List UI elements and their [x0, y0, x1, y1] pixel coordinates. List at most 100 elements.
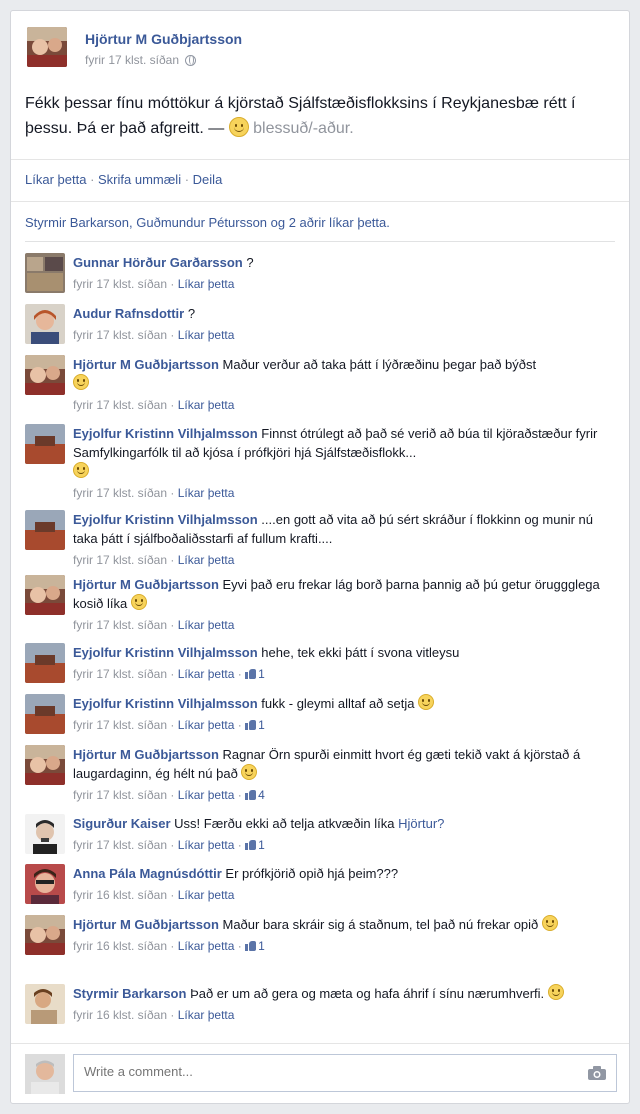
comment-like-link[interactable]: Líkar þetta — [178, 667, 235, 681]
commenter-avatar[interactable] — [25, 984, 65, 1024]
comment-like-link[interactable]: Líkar þetta — [178, 553, 235, 567]
comment-like-link[interactable]: Líkar þetta — [178, 618, 235, 632]
comment-time[interactable]: fyrir 17 klst. síðan — [73, 398, 167, 412]
smile-icon — [241, 764, 258, 780]
commenter-name[interactable]: Eyjolfur Kristinn Vilhjalmsson — [73, 645, 258, 660]
like-count[interactable]: 1 — [258, 718, 265, 732]
comment-action[interactable]: Skrifa ummæli — [98, 172, 181, 187]
commenter-name[interactable]: Hjörtur M Guðbjartsson — [73, 577, 219, 592]
separator: · — [184, 172, 193, 187]
comment-body: Hjörtur M Guðbjartsson Maður bara skráir… — [73, 915, 613, 956]
thumbs-up-icon — [245, 789, 257, 800]
like-count[interactable]: 1 — [258, 838, 265, 852]
commenter-avatar[interactable] — [25, 510, 65, 550]
comment-composer[interactable] — [73, 1054, 617, 1092]
comment-meta: fyrir 16 klst. síðan · Líkar þetta · 1 — [73, 939, 265, 953]
comment-time[interactable]: fyrir 17 klst. síðan — [73, 667, 167, 681]
likes-summary[interactable]: Styrmir Barkarson, Guðmundur Pétursson o… — [25, 215, 390, 230]
author-avatar[interactable] — [27, 27, 67, 67]
comment-like-link[interactable]: Líkar þetta — [178, 838, 235, 852]
comment-time[interactable]: fyrir 17 klst. síðan — [73, 486, 167, 500]
author-name[interactable]: Hjörtur M Guðbjartsson — [85, 31, 242, 47]
commenter-avatar[interactable] — [25, 575, 65, 615]
commenter-avatar[interactable] — [25, 745, 65, 785]
comment-like-link[interactable]: Líkar þetta — [178, 277, 235, 291]
commenter-name[interactable]: Sigurður Kaiser — [73, 816, 171, 831]
commenter-avatar[interactable] — [25, 304, 65, 344]
comment-time[interactable]: fyrir 17 klst. síðan — [73, 618, 167, 632]
comment-text: ? — [184, 306, 196, 321]
smile-icon — [73, 374, 89, 390]
comment-text: ? — [242, 255, 254, 270]
commenter-name[interactable]: Hjörtur M Guðbjartsson — [73, 917, 219, 932]
commenter-avatar[interactable] — [25, 915, 65, 955]
commenter-name[interactable]: Hjörtur M Guðbjartsson — [73, 357, 219, 372]
comment-like-link[interactable]: Líkar þetta — [178, 486, 235, 500]
comment-time[interactable]: fyrir 17 klst. síðan — [73, 277, 167, 291]
commenter-name[interactable]: Eyjolfur Kristinn Vilhjalmsson — [73, 696, 258, 711]
commenter-avatar[interactable] — [25, 643, 65, 683]
like-count[interactable]: 4 — [258, 788, 265, 802]
comment-time[interactable]: fyrir 16 klst. síðan — [73, 1008, 167, 1022]
comment-like-link[interactable]: Líkar þetta — [178, 939, 235, 953]
commenter-avatar[interactable] — [25, 694, 65, 734]
comment-text: Það er um að gera og mæta og hafa áhrif … — [186, 986, 545, 1001]
comment-body: Hjörtur M Guðbjartsson Eyvi það eru frek… — [73, 575, 613, 635]
feeling-label[interactable]: blessuð/-aður. — [253, 120, 354, 137]
comment-time[interactable]: fyrir 16 klst. síðan — [73, 939, 167, 953]
comment-meta: fyrir 17 klst. síðan · Líkar þetta — [73, 328, 235, 342]
commenter-avatar[interactable] — [25, 253, 65, 293]
comment-meta: fyrir 16 klst. síðan · Líkar þetta — [73, 888, 235, 902]
blessed-smile-icon — [228, 117, 249, 137]
commenter-name[interactable]: Audur Rafnsdottir — [73, 306, 184, 321]
commenter-avatar[interactable] — [25, 864, 65, 904]
post-text: Fékk þessar fínu móttökur á kjörstað Sjá… — [25, 91, 615, 141]
comment-text: Maður verður að taka þátt í lýðræðinu þe… — [218, 357, 537, 372]
comment-time[interactable]: fyrir 17 klst. síðan — [73, 838, 167, 852]
comment-time[interactable]: fyrir 17 klst. síðan — [73, 328, 167, 342]
comment-like-link[interactable]: Líkar þetta — [178, 718, 235, 732]
comment-like-link[interactable]: Líkar þetta — [178, 788, 235, 802]
comment-meta: fyrir 17 klst. síðan · Líkar þetta — [73, 618, 235, 632]
divider — [11, 159, 629, 160]
mention-link[interactable]: Hjörtur? — [398, 816, 444, 831]
comment-body: Audur Rafnsdottir ? fyrir 17 klst. síðan… — [73, 304, 613, 345]
camera-icon[interactable] — [588, 1066, 606, 1080]
comment-like-link[interactable]: Líkar þetta — [178, 398, 235, 412]
thumbs-up-icon — [245, 839, 257, 850]
commenter-avatar[interactable] — [25, 814, 65, 854]
like-count[interactable]: 1 — [258, 939, 265, 953]
commenter-name[interactable]: Hjörtur M Guðbjartsson — [73, 747, 219, 762]
comment-body: Sigurður Kaiser Uss! Færðu ekki að telja… — [73, 814, 613, 855]
comment-text: fukk - gleymi alltaf að setja — [257, 696, 415, 711]
commenter-name[interactable]: Eyjolfur Kristinn Vilhjalmsson — [73, 426, 258, 441]
comment-text: Er prófkjörið opið hjá þeim??? — [221, 866, 399, 881]
divider — [25, 241, 615, 242]
comment-time[interactable]: fyrir 16 klst. síðan — [73, 888, 167, 902]
comment-time[interactable]: fyrir 17 klst. síðan — [73, 718, 167, 732]
post-time[interactable]: fyrir 17 klst. síðan — [85, 53, 197, 67]
comment-like-link[interactable]: Líkar þetta — [178, 1008, 235, 1022]
commenter-avatar[interactable] — [25, 355, 65, 395]
commenter-avatar[interactable] — [25, 424, 65, 464]
comment-time[interactable]: fyrir 17 klst. síðan — [73, 788, 167, 802]
thumbs-up-icon — [245, 940, 257, 951]
like-action[interactable]: Líkar þetta — [25, 172, 86, 187]
comment-meta: fyrir 17 klst. síðan · Líkar þetta · 1 — [73, 718, 265, 732]
commenter-name[interactable]: Eyjolfur Kristinn Vilhjalmsson — [73, 512, 258, 527]
comment-meta: fyrir 16 klst. síðan · Líkar þetta — [73, 1008, 235, 1022]
comment-time[interactable]: fyrir 17 klst. síðan — [73, 553, 167, 567]
commenter-name[interactable]: Gunnar Hörður Garðarsson — [73, 255, 243, 270]
comment-like-link[interactable]: Líkar þetta — [178, 888, 235, 902]
comment-meta: fyrir 17 klst. síðan · Líkar þetta — [73, 277, 235, 291]
comment-input[interactable] — [84, 1064, 564, 1079]
like-count[interactable]: 1 — [258, 667, 265, 681]
commenter-name[interactable]: Styrmir Barkarson — [73, 986, 186, 1001]
comment-meta: fyrir 17 klst. síðan · Líkar þetta — [73, 398, 235, 412]
smile-icon — [418, 694, 435, 710]
commenter-name[interactable]: Anna Pála Magnúsdóttir — [73, 866, 222, 881]
comment-body: Eyjolfur Kristinn Vilhjalmsson ....en go… — [73, 510, 613, 570]
globe-icon — [185, 55, 197, 66]
comment-like-link[interactable]: Líkar þetta — [178, 328, 235, 342]
share-action[interactable]: Deila — [193, 172, 223, 187]
